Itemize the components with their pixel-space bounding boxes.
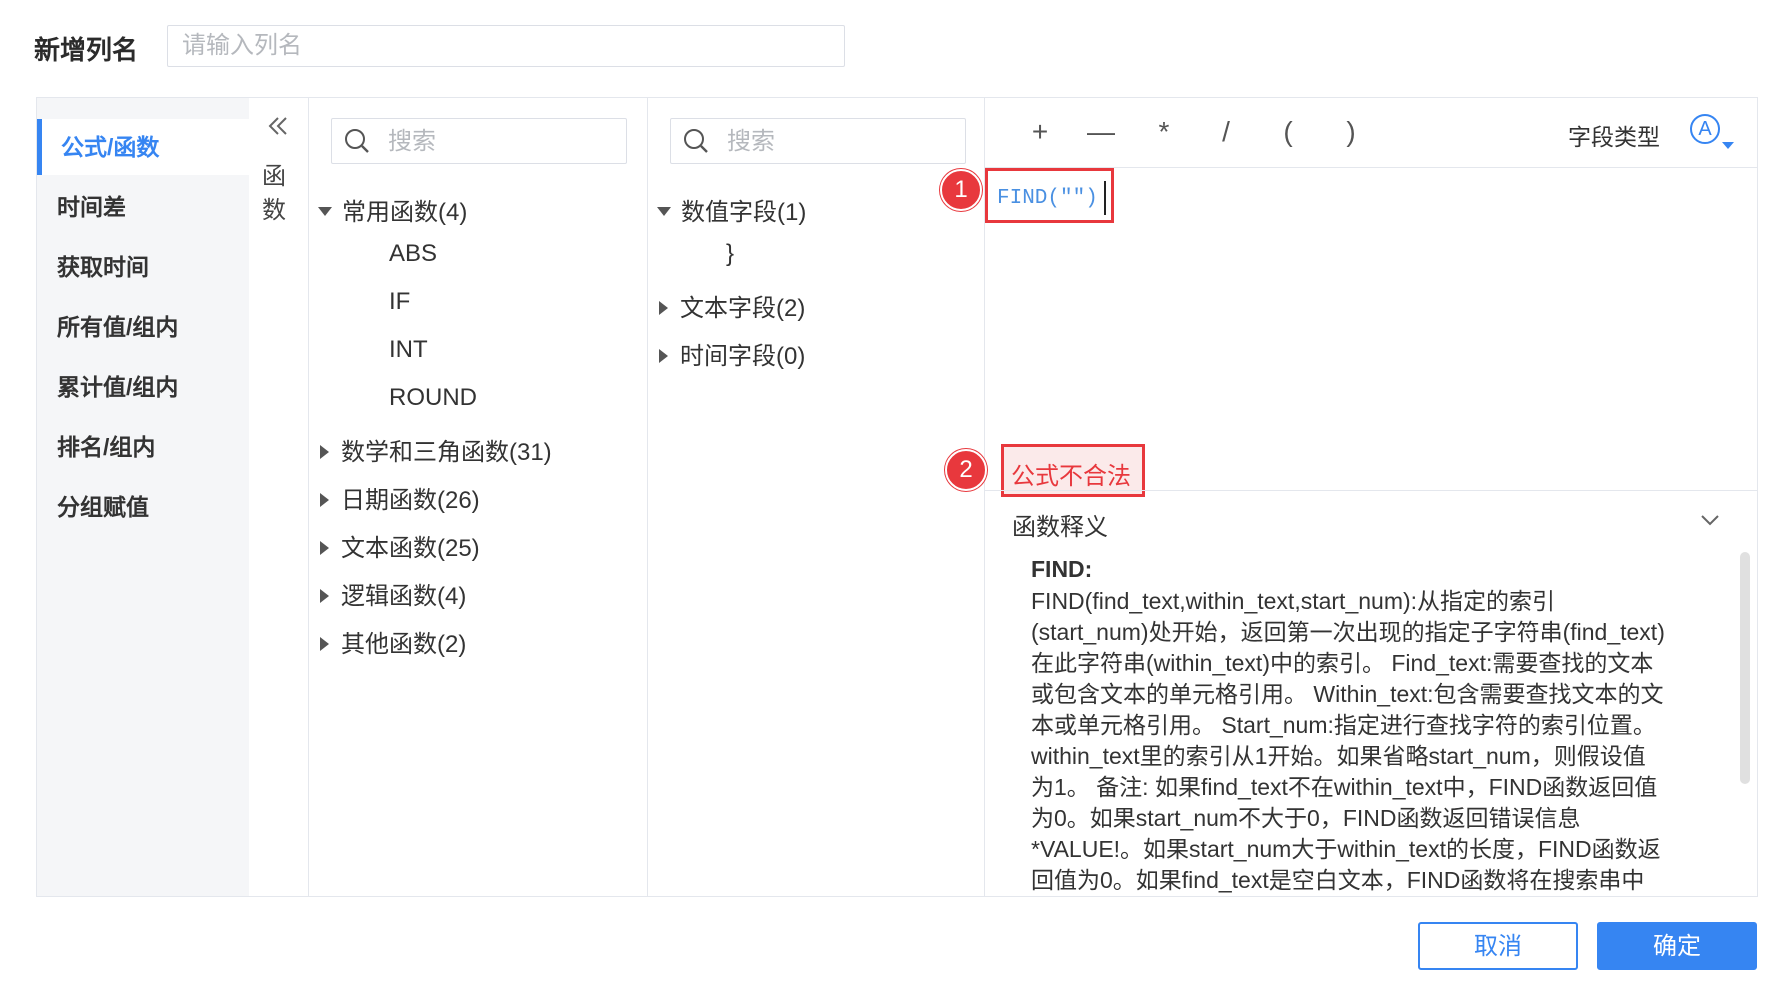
definition-function-name: FIND:: [1031, 556, 1093, 582]
field-group-numeric[interactable]: 数值字段(1): [657, 192, 806, 227]
sidebar-item-rank[interactable]: 排名/组内: [37, 419, 249, 475]
sidebar-item-get-time[interactable]: 获取时间: [37, 239, 249, 295]
caret-down-icon[interactable]: [1722, 142, 1734, 149]
field-type-icon[interactable]: A: [1690, 114, 1720, 144]
caret-right-icon: [659, 348, 668, 363]
caret-right-icon: [320, 588, 329, 603]
column-name-label: 新增列名: [34, 35, 139, 65]
function-item-int[interactable]: INT: [389, 336, 428, 364]
sidebar: 公式/函数 时间差 获取时间 所有值/组内 累计值/组内 排名/组内 分组赋值: [37, 98, 249, 896]
caret-right-icon: [320, 492, 329, 507]
caret-right-icon: [320, 636, 329, 651]
formula-input[interactable]: FIND(""): [997, 187, 1098, 210]
caret-right-icon: [320, 444, 329, 459]
operator-multiply-button[interactable]: *: [1149, 116, 1179, 148]
function-item-round[interactable]: ROUND: [389, 384, 477, 412]
field-group-text[interactable]: 文本字段(2): [657, 288, 805, 323]
caret-right-icon: [320, 540, 329, 555]
field-group-time[interactable]: 时间字段(0): [657, 336, 805, 371]
sidebar-item-group-assign[interactable]: 分组赋值: [37, 479, 249, 535]
divider: [647, 98, 648, 896]
operator-lparen-button[interactable]: (: [1273, 116, 1303, 148]
field-type-label: 字段类型: [1568, 124, 1660, 150]
function-group-math[interactable]: 数学和三角函数(31): [318, 432, 552, 467]
field-search-input[interactable]: [725, 119, 929, 165]
function-group-common[interactable]: 常用函数(4): [318, 192, 467, 227]
function-search[interactable]: [331, 118, 627, 165]
function-item-if[interactable]: IF: [389, 288, 410, 316]
caret-down-icon: [657, 207, 671, 217]
search-icon: [345, 129, 369, 153]
text-cursor: [1104, 181, 1106, 215]
function-group-logic[interactable]: 逻辑函数(4): [318, 576, 466, 611]
callout-badge-2: 2: [945, 449, 987, 491]
sidebar-item-time-diff[interactable]: 时间差: [37, 179, 249, 235]
callout-badge-1: 1: [940, 169, 982, 211]
cancel-button[interactable]: 取消: [1418, 922, 1578, 970]
function-search-input[interactable]: [386, 119, 590, 165]
search-icon: [684, 129, 708, 153]
operator-divide-button[interactable]: /: [1211, 116, 1241, 148]
chevron-down-icon[interactable]: [1700, 510, 1720, 530]
divider: [308, 98, 309, 896]
double-chevron-left-icon[interactable]: [266, 112, 290, 146]
field-item[interactable]: }: [726, 240, 734, 268]
operator-plus-button[interactable]: +: [1025, 116, 1055, 148]
column-name-input[interactable]: [167, 25, 845, 67]
field-search[interactable]: [670, 118, 966, 165]
definition-body: FIND(find_text,within_text,start_num):从指…: [1031, 588, 1665, 893]
function-group-text[interactable]: 文本函数(25): [318, 528, 480, 563]
sidebar-item-formula[interactable]: 公式/函数: [37, 119, 249, 175]
formula-error-text: 公式不合法: [1011, 463, 1131, 490]
caret-down-icon: [318, 207, 332, 217]
function-vertical-label: 函 数: [262, 163, 286, 224]
caret-right-icon: [659, 300, 668, 315]
definition-scrollbar[interactable]: [1740, 552, 1750, 784]
sidebar-item-cumulative[interactable]: 累计值/组内: [37, 359, 249, 415]
function-group-date[interactable]: 日期函数(26): [318, 480, 480, 515]
function-group-other[interactable]: 其他函数(2): [318, 624, 466, 659]
operator-minus-button[interactable]: —: [1086, 116, 1116, 148]
sidebar-item-all-values[interactable]: 所有值/组内: [37, 299, 249, 355]
divider: [985, 490, 1757, 491]
definition-title: 函数释义: [1012, 514, 1108, 541]
ok-button[interactable]: 确定: [1597, 922, 1757, 970]
operator-rparen-button[interactable]: ): [1336, 116, 1366, 148]
function-item-abs[interactable]: ABS: [389, 240, 437, 268]
